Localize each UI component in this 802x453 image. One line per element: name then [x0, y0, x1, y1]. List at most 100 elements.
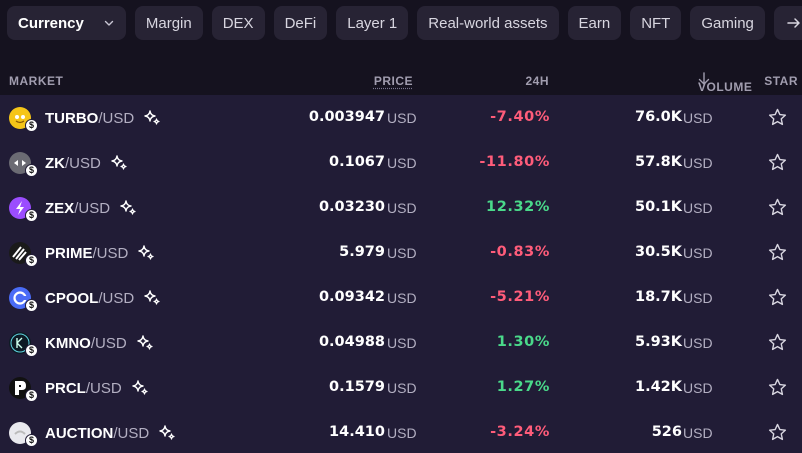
- volume-value: 57.8K: [634, 154, 682, 170]
- header-star: STAR: [764, 74, 798, 88]
- price-value: 0.03230: [318, 199, 385, 215]
- change-24h: 1.30%: [496, 334, 550, 350]
- volume-value: 76.0K: [634, 109, 682, 125]
- price-value: 0.09342: [318, 289, 385, 305]
- change-24h: 1.27%: [496, 379, 550, 395]
- currency-dropdown[interactable]: Currency: [7, 6, 126, 40]
- volume-value: 18.7K: [634, 289, 682, 305]
- market-pair[interactable]: AUCTION/USD: [45, 424, 176, 442]
- price-unit: USD: [387, 425, 417, 441]
- pair-base: PRIME: [45, 244, 93, 262]
- filter-chip-label: Earn: [578, 14, 611, 32]
- header-24h[interactable]: 24H: [525, 74, 549, 88]
- usd-badge-icon: $: [25, 164, 38, 177]
- scroll-right-button[interactable]: [773, 6, 802, 40]
- table-row[interactable]: $ AUCTION/USD 14.410 USD -3.24% 526 USD: [0, 410, 802, 453]
- usd-badge-icon: $: [25, 434, 38, 447]
- market-pair[interactable]: PRCL/USD: [45, 379, 149, 397]
- filter-chip-defi[interactable]: DeFi: [273, 6, 328, 40]
- usd-badge-icon: $: [25, 344, 38, 357]
- chevron-down-icon: [104, 20, 114, 26]
- price-value: 14.410: [329, 424, 385, 440]
- change-24h: -3.24%: [490, 424, 550, 440]
- header-volume-sort[interactable]: VOLUME: [698, 72, 752, 94]
- volume-unit: USD: [683, 290, 713, 306]
- market-pair[interactable]: ZK/USD: [45, 154, 128, 172]
- usd-badge-icon: $: [25, 119, 38, 132]
- favorite-star-icon[interactable]: [767, 107, 788, 128]
- pair-base: TURBO: [45, 109, 99, 127]
- filter-chip-margin[interactable]: Margin: [134, 6, 203, 40]
- price-value: 0.003947: [308, 109, 385, 125]
- favorite-star-icon[interactable]: [767, 332, 788, 353]
- sparkle-icon: [136, 335, 153, 350]
- price-value: 0.1579: [329, 379, 385, 395]
- arrow-right-icon: [787, 18, 800, 28]
- price-unit: USD: [387, 380, 417, 396]
- change-24h: -5.21%: [490, 289, 550, 305]
- pair-base: ZK: [45, 154, 65, 172]
- favorite-star-icon[interactable]: [767, 377, 788, 398]
- sparkle-icon: [159, 425, 175, 440]
- header-price[interactable]: PRICE: [374, 74, 413, 88]
- table-row[interactable]: $ CPOOL/USD 0.09342 USD -5.21% 18.7K USD: [0, 275, 802, 320]
- sparkle-icon: [120, 200, 136, 215]
- sparkle-icon: [111, 155, 127, 170]
- pair-quote: /USD: [85, 379, 122, 397]
- header-market[interactable]: MARKET: [9, 74, 63, 88]
- table-row[interactable]: $ TURBO/USD 0.003947 USD -7.40% 76.0K USD: [0, 95, 802, 140]
- market-pair[interactable]: PRIME/USD: [45, 244, 155, 262]
- currency-dropdown-label: Currency: [18, 14, 84, 32]
- price-unit: USD: [387, 290, 417, 306]
- table-row[interactable]: $ ZK/USD 0.1067 USD -11.80% 57.8K USD: [0, 140, 802, 185]
- volume-unit: USD: [683, 200, 713, 216]
- pair-quote: /USD: [113, 424, 150, 442]
- volume-unit: USD: [683, 245, 713, 261]
- filter-chip-label: DeFi: [284, 14, 317, 32]
- table-row[interactable]: $ PRIME/USD 5.979 USD -0.83% 30.5K USD: [0, 230, 802, 275]
- change-24h: -11.80%: [479, 154, 550, 170]
- change-24h: 12.32%: [486, 199, 550, 215]
- filter-chip-label: Gaming: [701, 14, 754, 32]
- filter-chip-nft[interactable]: NFT: [630, 6, 682, 40]
- favorite-star-icon[interactable]: [767, 152, 788, 173]
- pair-quote: /USD: [92, 244, 129, 262]
- filter-chip-real-world-assets[interactable]: Real-world assets: [417, 6, 559, 40]
- filter-chip-label: Margin: [145, 14, 192, 32]
- price-value: 0.04988: [318, 334, 385, 350]
- filter-chip-label: DEX: [222, 14, 254, 32]
- volume-unit: USD: [683, 380, 713, 396]
- sparkle-icon: [144, 290, 160, 305]
- pair-base: ZEX: [45, 199, 75, 217]
- volume-unit: USD: [683, 425, 713, 441]
- market-pair[interactable]: KMNO/USD: [45, 334, 154, 352]
- price-unit: USD: [387, 200, 417, 216]
- usd-badge-icon: $: [25, 254, 38, 267]
- market-pair[interactable]: CPOOL/USD: [45, 289, 161, 307]
- table-row[interactable]: $ ZEX/USD 0.03230 USD 12.32% 50.1K USD: [0, 185, 802, 230]
- filter-chip-dex[interactable]: DEX: [211, 6, 265, 40]
- pair-base: PRCL: [45, 379, 86, 397]
- filter-chip-layer-1[interactable]: Layer 1: [336, 6, 409, 40]
- sparkle-icon: [131, 380, 148, 395]
- change-24h: -0.83%: [490, 244, 550, 260]
- volume-unit: USD: [683, 110, 713, 126]
- category-filter-bar: Currency Margin DEX DeFi Layer 1 Real-wo…: [0, 0, 802, 46]
- market-table: $ TURBO/USD 0.003947 USD -7.40% 76.0K USD $ ZK/U…: [0, 95, 802, 453]
- volume-value: 1.42K: [634, 379, 682, 395]
- favorite-star-icon[interactable]: [767, 287, 788, 308]
- filter-chip-gaming[interactable]: Gaming: [690, 6, 765, 40]
- volume-unit: USD: [683, 335, 713, 351]
- favorite-star-icon[interactable]: [767, 242, 788, 263]
- filter-chip-earn[interactable]: Earn: [567, 6, 622, 40]
- table-row[interactable]: $ KMNO/USD 0.04988 USD 1.30% 5.93K USD: [0, 320, 802, 365]
- table-row[interactable]: $ PRCL/USD 0.1579 USD 1.27% 1.42K USD: [0, 365, 802, 410]
- market-pair[interactable]: ZEX/USD: [45, 199, 137, 217]
- price-value: 0.1067: [329, 154, 385, 170]
- volume-unit: USD: [683, 155, 713, 171]
- usd-badge-icon: $: [25, 299, 38, 312]
- favorite-star-icon[interactable]: [767, 197, 788, 218]
- favorite-star-icon[interactable]: [767, 422, 788, 443]
- volume-value: 526: [651, 424, 682, 440]
- market-pair[interactable]: TURBO/USD: [45, 109, 161, 127]
